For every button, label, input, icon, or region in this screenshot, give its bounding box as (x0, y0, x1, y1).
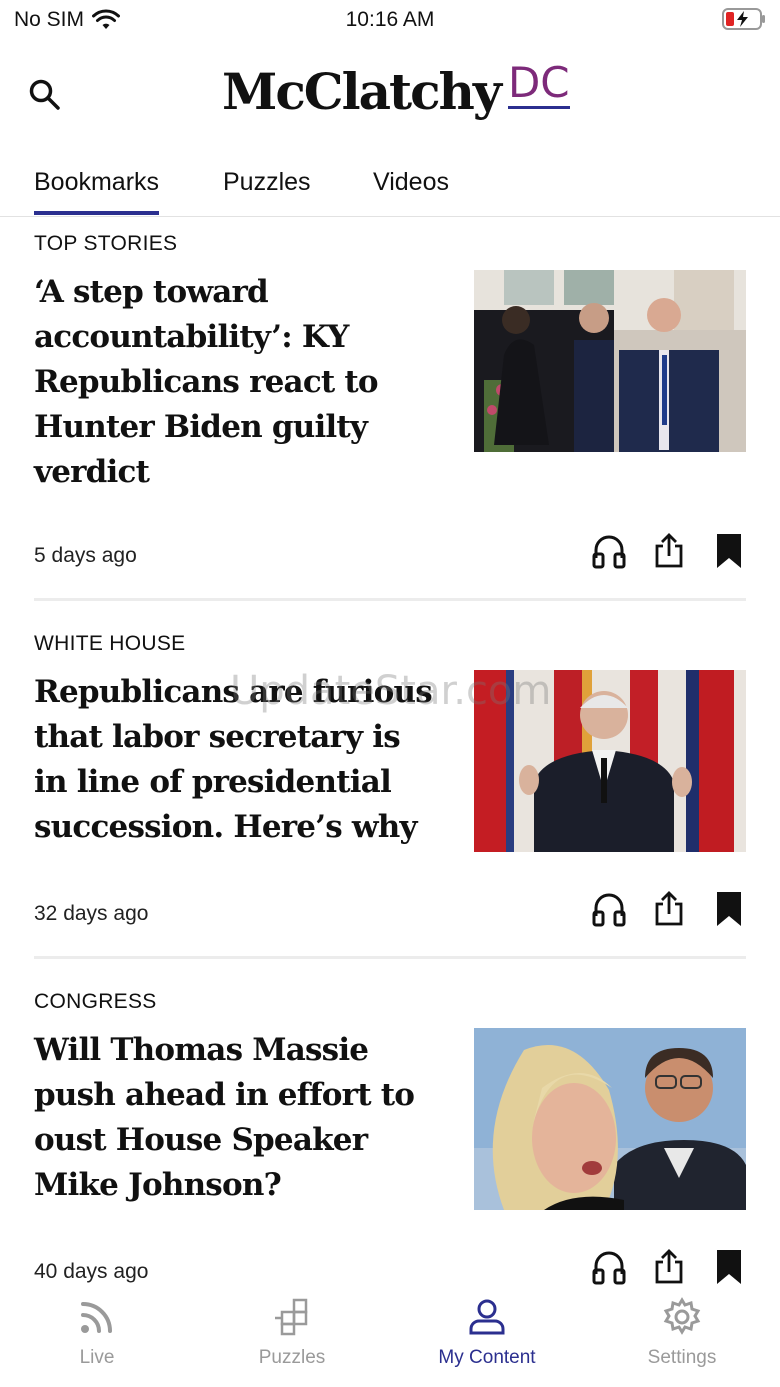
person-icon (469, 1299, 505, 1335)
article-timestamp: 5 days ago (34, 544, 137, 567)
gear-icon (663, 1297, 701, 1335)
article-card[interactable]: TOP STORIES ‘A step toward accountabilit… (34, 232, 746, 577)
article-actions (592, 1248, 746, 1286)
nav-label: Live (79, 1347, 115, 1368)
article-timestamp: 32 days ago (34, 902, 149, 925)
bookmark-icon[interactable] (712, 532, 746, 570)
bookmark-icon[interactable] (712, 1248, 746, 1286)
nav-label: Settings (647, 1347, 717, 1368)
nav-live[interactable]: Live (17, 1297, 177, 1369)
puzzle-icon (275, 1298, 308, 1336)
headphones-icon[interactable] (592, 1248, 626, 1286)
share-icon[interactable] (652, 1248, 686, 1286)
headphones-icon[interactable] (592, 532, 626, 570)
status-time: 10:16 AM (345, 8, 435, 31)
search-icon[interactable] (28, 78, 62, 112)
app-logo: McClatchy DC (222, 60, 570, 124)
headphones-icon[interactable] (592, 890, 626, 928)
status-bar: No SIM 10:16 AM (0, 0, 780, 40)
app-header: McClatchy DC (0, 40, 780, 150)
article-thumbnail[interactable] (474, 1028, 746, 1210)
bottom-nav: Live Puzzles My Content Settings (0, 1287, 780, 1387)
watermark: UpdateStar.com (230, 668, 552, 714)
article-section: WHITE HOUSE (34, 632, 186, 655)
nav-label: Puzzles (258, 1347, 326, 1368)
article-thumbnail[interactable] (474, 270, 746, 452)
logo-suffix: DC (507, 58, 570, 109)
battery-charging-icon (722, 8, 765, 30)
share-icon[interactable] (652, 532, 686, 570)
article-timestamp: 40 days ago (34, 1260, 149, 1283)
article-actions (592, 532, 746, 570)
content-tabs: Bookmarks Puzzles Videos (0, 150, 780, 217)
nav-settings[interactable]: Settings (602, 1297, 762, 1369)
bookmark-icon[interactable] (712, 890, 746, 928)
article-headline[interactable]: Will Thomas Massie push ahead in effort … (34, 1028, 439, 1208)
article-section: CONGRESS (34, 990, 157, 1013)
tab-puzzles[interactable]: Puzzles (223, 168, 311, 197)
tab-bookmarks[interactable]: Bookmarks (34, 168, 160, 215)
article-section: TOP STORIES (34, 232, 178, 255)
divider (34, 598, 746, 601)
share-icon[interactable] (652, 890, 686, 928)
nav-puzzles[interactable]: Puzzles (212, 1297, 372, 1369)
tab-videos[interactable]: Videos (373, 168, 449, 197)
rss-icon (81, 1302, 112, 1333)
article-actions (592, 890, 746, 928)
article-headline[interactable]: ‘A step toward accountability’: KY Repub… (34, 270, 439, 495)
nav-my-content[interactable]: My Content (407, 1297, 567, 1369)
divider (34, 956, 746, 959)
logo-wordmark: McClatchy (222, 62, 502, 121)
nav-label: My Content (438, 1347, 536, 1368)
article-card[interactable]: CONGRESS Will Thomas Massie push ahead i… (34, 990, 746, 1290)
